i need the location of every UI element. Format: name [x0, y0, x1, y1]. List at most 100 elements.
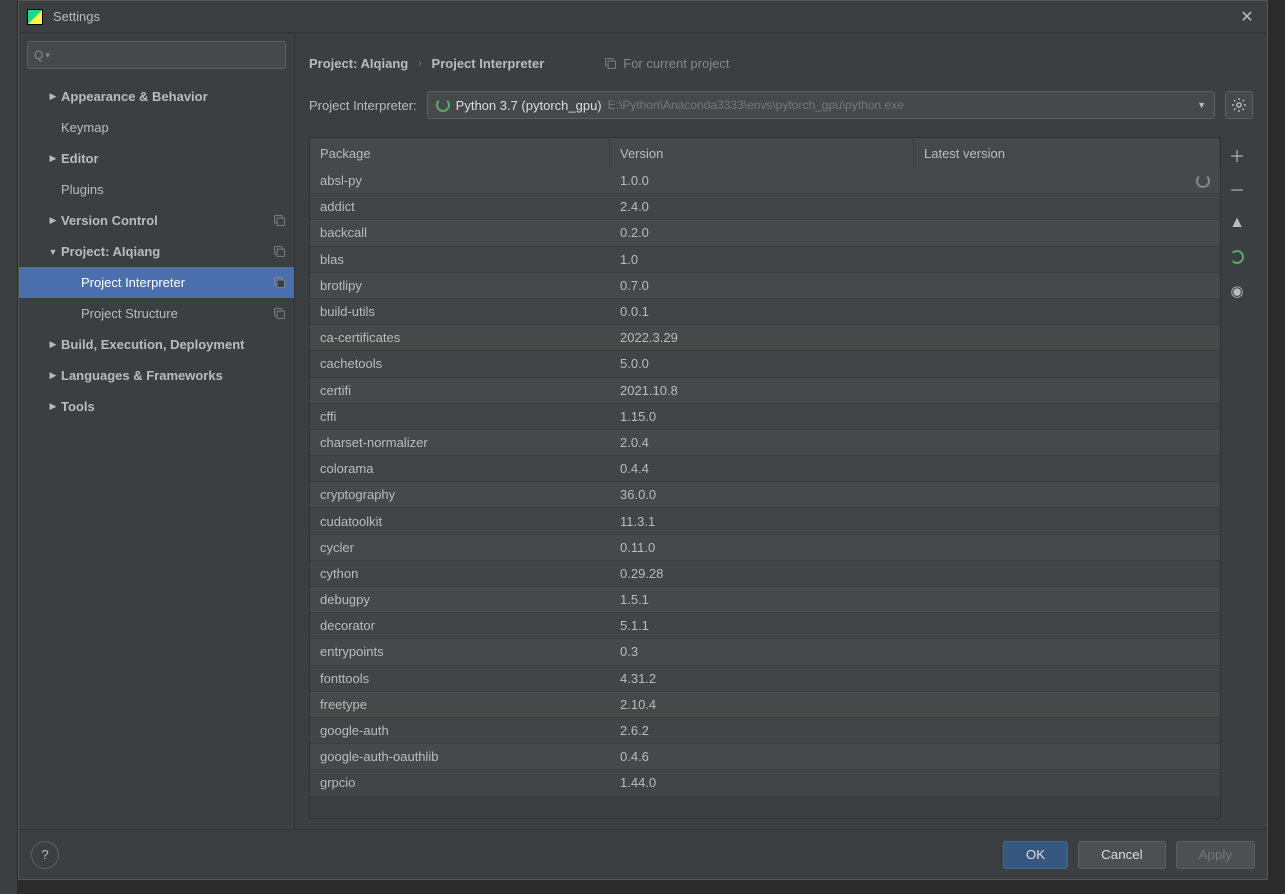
cell-package: cachetools — [310, 356, 610, 371]
upgrade-package-button[interactable]: ▲ — [1225, 211, 1249, 235]
cell-version: 0.29.28 — [610, 566, 914, 581]
cell-version: 2022.3.29 — [610, 330, 914, 345]
help-button[interactable]: ? — [31, 841, 59, 869]
table-row[interactable]: ca-certificates2022.3.29 — [310, 325, 1220, 351]
cell-version: 1.5.1 — [610, 592, 914, 607]
sidebar-item[interactable]: Project Interpreter — [19, 267, 294, 298]
cell-package: blas — [310, 252, 610, 267]
cell-package: addict — [310, 199, 610, 214]
cell-package: entrypoints — [310, 644, 610, 659]
breadcrumb-project[interactable]: Project: AIqiang — [309, 56, 408, 71]
table-row[interactable]: cachetools5.0.0 — [310, 351, 1220, 377]
cell-package: google-auth — [310, 723, 610, 738]
table-row[interactable]: grpcio1.44.0 — [310, 770, 1220, 796]
sidebar-item[interactable]: ▶Languages & Frameworks — [19, 360, 294, 391]
cell-package: cryptography — [310, 487, 610, 502]
arrow-right-icon: ▶ — [45, 91, 61, 102]
sidebar-item-label: Project: AIqiang — [61, 244, 273, 259]
sidebar-item[interactable]: ▶Build, Execution, Deployment — [19, 329, 294, 360]
refresh-button[interactable] — [1225, 245, 1249, 269]
cell-version: 0.0.1 — [610, 304, 914, 319]
table-row[interactable]: backcall0.2.0 — [310, 220, 1220, 246]
header-latest[interactable]: Latest version — [914, 138, 1220, 168]
table-row[interactable]: cffi1.15.0 — [310, 404, 1220, 430]
sidebar-item[interactable]: ▶Version Control — [19, 205, 294, 236]
cell-version: 1.44.0 — [610, 775, 914, 790]
cell-version: 0.7.0 — [610, 278, 914, 293]
settings-tree: ▶Appearance & BehaviorKeymap▶EditorPlugi… — [19, 77, 294, 829]
sidebar-item-label: Plugins — [61, 182, 286, 197]
search-icon: Q — [34, 48, 43, 62]
sidebar-item[interactable]: ▼Project: AIqiang — [19, 236, 294, 267]
table-row[interactable]: decorator5.1.1 — [310, 613, 1220, 639]
copy-icon — [273, 276, 286, 289]
table-row[interactable]: build-utils0.0.1 — [310, 299, 1220, 325]
interpreter-settings-button[interactable] — [1225, 91, 1253, 119]
sidebar-item-label: Appearance & Behavior — [61, 89, 286, 104]
sidebar-item-label: Version Control — [61, 213, 273, 228]
add-package-button[interactable]: ＋ — [1225, 143, 1249, 167]
cell-version: 0.3 — [610, 644, 914, 659]
cell-package: debugpy — [310, 592, 610, 607]
search-input[interactable]: Q▾ — [27, 41, 286, 69]
show-early-releases-button[interactable]: ◉ — [1225, 279, 1249, 303]
table-row[interactable]: entrypoints0.3 — [310, 639, 1220, 665]
cell-version: 0.2.0 — [610, 225, 914, 240]
table-row[interactable]: colorama0.4.4 — [310, 456, 1220, 482]
copy-icon — [273, 307, 286, 320]
sidebar-item[interactable]: ▶Tools — [19, 391, 294, 422]
package-toolbar: ＋ － ▲ ◉ — [1221, 137, 1253, 819]
apply-button[interactable]: Apply — [1176, 841, 1255, 869]
cell-version: 36.0.0 — [610, 487, 914, 502]
cell-version: 4.31.2 — [610, 671, 914, 686]
editor-background-strip — [0, 0, 18, 894]
cell-package: cffi — [310, 409, 610, 424]
table-row[interactable]: absl-py1.0.0 — [310, 168, 1220, 194]
table-row[interactable]: cython0.29.28 — [310, 561, 1220, 587]
table-row[interactable]: cryptography36.0.0 — [310, 482, 1220, 508]
close-button[interactable]: ✕ — [1235, 5, 1259, 29]
table-row[interactable]: cudatoolkit11.3.1 — [310, 508, 1220, 534]
ok-button[interactable]: OK — [1003, 841, 1068, 869]
table-row[interactable]: fonttools4.31.2 — [310, 666, 1220, 692]
table-row[interactable]: google-auth-oauthlib0.4.6 — [310, 744, 1220, 770]
table-row[interactable]: debugpy1.5.1 — [310, 587, 1220, 613]
arrow-right-icon: ▶ — [45, 370, 61, 381]
table-row[interactable]: addict2.4.0 — [310, 194, 1220, 220]
dialog-footer: ? OK Cancel Apply — [19, 829, 1267, 879]
cancel-button[interactable]: Cancel — [1078, 841, 1166, 869]
table-row[interactable]: blas1.0 — [310, 247, 1220, 273]
settings-sidebar: Q▾ ▶Appearance & BehaviorKeymap▶EditorPl… — [19, 33, 295, 829]
copy-icon — [273, 214, 286, 227]
sidebar-item[interactable]: ▶Appearance & Behavior — [19, 81, 294, 112]
chevron-down-icon: ▼ — [1197, 100, 1206, 110]
arrow-down-icon: ▼ — [45, 247, 61, 257]
cell-version: 2.4.0 — [610, 199, 914, 214]
sidebar-item[interactable]: Project Structure — [19, 298, 294, 329]
table-row[interactable]: cycler0.11.0 — [310, 535, 1220, 561]
header-package[interactable]: Package — [310, 138, 610, 168]
cell-package: backcall — [310, 225, 610, 240]
cell-package: cudatoolkit — [310, 514, 610, 529]
table-row[interactable]: google-auth2.6.2 — [310, 718, 1220, 744]
remove-package-button[interactable]: － — [1225, 177, 1249, 201]
sidebar-item-label: Keymap — [61, 120, 286, 135]
table-row[interactable]: brotlipy0.7.0 — [310, 273, 1220, 299]
table-row[interactable]: certifi2021.10.8 — [310, 378, 1220, 404]
sidebar-item[interactable]: Keymap — [19, 112, 294, 143]
cell-version: 11.3.1 — [610, 514, 914, 529]
sidebar-item-label: Editor — [61, 151, 286, 166]
gear-icon — [1231, 97, 1247, 113]
sidebar-item[interactable]: Plugins — [19, 174, 294, 205]
settings-main-panel: Project: AIqiang › Project Interpreter F… — [295, 33, 1267, 829]
header-version[interactable]: Version — [610, 138, 914, 168]
interpreter-dropdown[interactable]: Python 3.7 (pytorch_gpu) E:\Python\Anaco… — [427, 91, 1215, 119]
loading-ring-icon — [436, 98, 450, 112]
table-row[interactable]: freetype2.10.4 — [310, 692, 1220, 718]
sidebar-item[interactable]: ▶Editor — [19, 143, 294, 174]
for-current-project-label: For current project — [604, 56, 729, 71]
cell-package: decorator — [310, 618, 610, 633]
cell-package: freetype — [310, 697, 610, 712]
table-row[interactable]: charset-normalizer2.0.4 — [310, 430, 1220, 456]
chevron-down-icon: ▾ — [45, 50, 50, 61]
